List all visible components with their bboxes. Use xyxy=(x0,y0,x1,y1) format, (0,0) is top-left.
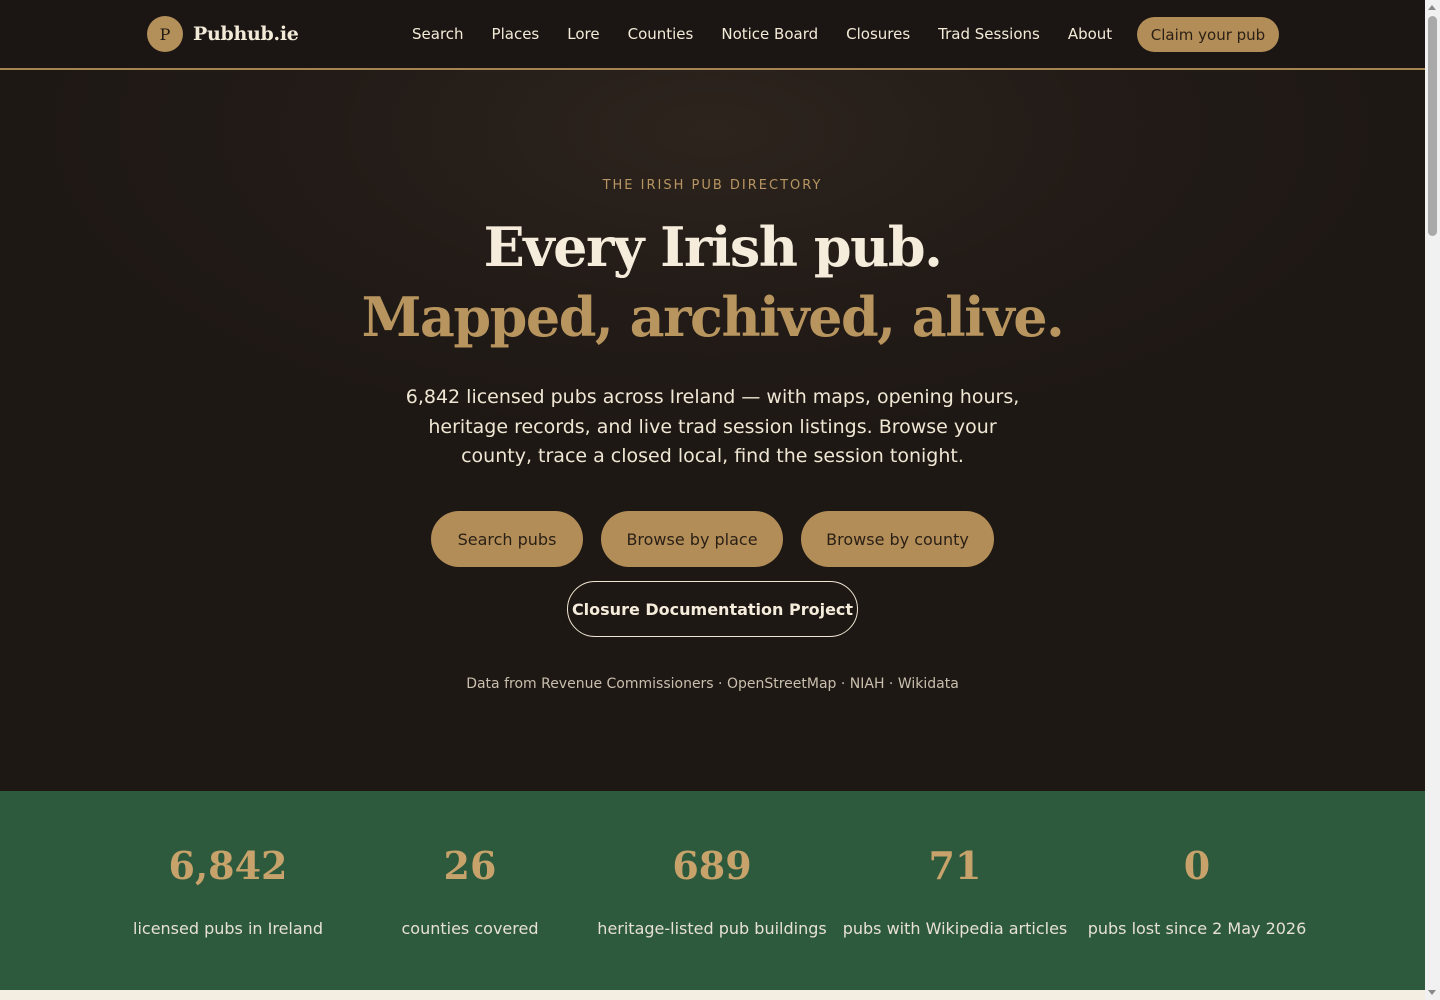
hero-headline: Every Irish pub. Mapped, archived, alive… xyxy=(0,212,1425,352)
stat-label: heritage-listed pub buildings xyxy=(597,919,827,938)
data-sources-note: Data from Revenue Commissioners · OpenSt… xyxy=(466,676,959,692)
stat-value: 0 xyxy=(1183,843,1211,888)
page-scrollbar[interactable] xyxy=(1425,0,1440,1000)
nav-link-about[interactable]: About xyxy=(1068,25,1112,43)
top-nav: P Pubhub.ie Search Places Lore Counties … xyxy=(0,0,1425,70)
nav-link-trad-sessions[interactable]: Trad Sessions xyxy=(938,25,1040,43)
next-section-edge xyxy=(0,990,1425,1000)
stat-value: 71 xyxy=(928,843,982,888)
hero-button-row: Search pubs Browse by place Browse by co… xyxy=(0,511,1425,567)
hero-eyebrow: THE IRISH PUB DIRECTORY xyxy=(602,178,823,193)
nav-link-notice-board[interactable]: Notice Board xyxy=(721,25,818,43)
stat-value: 6,842 xyxy=(168,843,288,888)
nav-link-search[interactable]: Search xyxy=(412,25,464,43)
claim-your-pub-button[interactable]: Claim your pub xyxy=(1137,17,1279,52)
hero-section: THE IRISH PUB DIRECTORY Every Irish pub.… xyxy=(0,70,1425,791)
nav-link-closures[interactable]: Closures xyxy=(846,25,910,43)
browse-by-county-button[interactable]: Browse by county xyxy=(801,511,994,567)
browse-by-place-button[interactable]: Browse by place xyxy=(601,511,783,567)
stat-label: pubs with Wikipedia articles xyxy=(842,919,1068,938)
scrollbar-thumb[interactable] xyxy=(1428,16,1437,236)
scroll-down-arrow-icon[interactable] xyxy=(1428,990,1436,995)
search-pubs-button[interactable]: Search pubs xyxy=(431,511,583,567)
nav-link-places[interactable]: Places xyxy=(492,25,540,43)
scroll-up-arrow-icon[interactable] xyxy=(1428,5,1436,10)
logo-text: Pubhub.ie xyxy=(193,23,299,45)
stat-value: 26 xyxy=(443,843,497,888)
stat-label: licensed pubs in Ireland xyxy=(133,919,323,938)
stat-label: pubs lost since 2 May 2026 xyxy=(1087,919,1307,938)
stat-value: 689 xyxy=(672,843,752,888)
headline-line-1: Every Irish pub. xyxy=(483,215,943,279)
site-logo[interactable]: P Pubhub.ie xyxy=(147,16,299,52)
page: P Pubhub.ie Search Places Lore Counties … xyxy=(0,0,1425,1000)
hero-lead: 6,842 licensed pubs across Ireland — wit… xyxy=(405,386,1020,467)
nav-link-lore[interactable]: Lore xyxy=(567,25,599,43)
closure-documentation-button[interactable]: Closure Documentation Project xyxy=(567,581,858,637)
stats-band: 6,842 licensed pubs in Ireland 26 counti… xyxy=(0,791,1425,990)
logo-mark-icon: P xyxy=(147,16,183,52)
nav-links: Search Places Lore Counties Notice Board… xyxy=(398,0,1126,68)
stat-label: counties covered xyxy=(401,919,539,938)
headline-line-2: Mapped, archived, alive. xyxy=(361,285,1065,349)
nav-link-counties[interactable]: Counties xyxy=(628,25,694,43)
